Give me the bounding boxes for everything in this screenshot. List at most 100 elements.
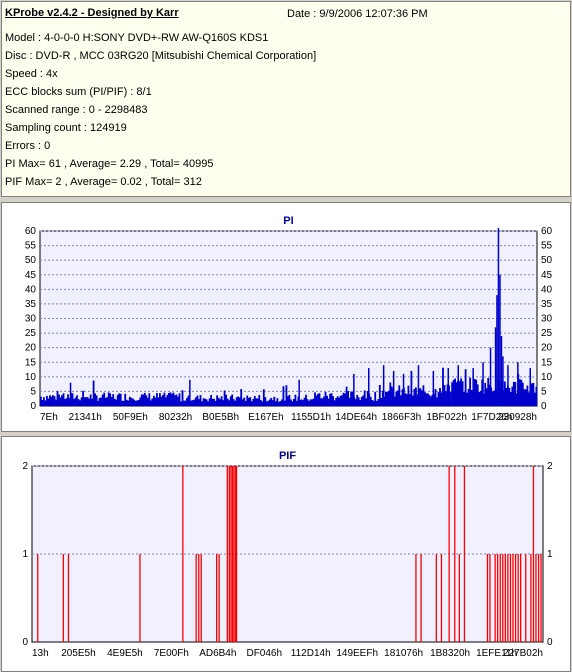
pif-bar [182, 466, 184, 642]
pi-peak-bar [472, 368, 474, 406]
pif-chart-panel: PIF 0 0 1 1 2 2 13h 205E5h 4E9E5h 7E00Fh AD6B4h DF04… [1, 436, 571, 672]
pi-ytick-left: 20 [25, 343, 37, 354]
info-panel: KProbe v2.4.2 - Designed by Karr Date : … [1, 1, 571, 197]
pi-ytick-left: 35 [25, 299, 37, 310]
pi-peak-bar [457, 365, 459, 406]
pif-xtick: 112D14h [291, 648, 331, 659]
pif-bar [458, 554, 460, 642]
app-title: KProbe v2.4.2 - Designed by Karr [5, 7, 179, 19]
pif-bar [520, 554, 522, 642]
pi-ytick-right: 40 [541, 284, 553, 295]
pi-ytick-left: 15 [25, 357, 37, 368]
pif-bar [37, 554, 39, 642]
pi-bar [76, 395, 78, 406]
pi-bar [449, 391, 452, 406]
pi-ytick-left: 55 [25, 241, 37, 252]
pi-xtick: 80232h [159, 412, 192, 423]
pif-xtick: AD6B4h [199, 648, 236, 659]
pi-chart: PI0 05 510 1015 1520 2025 2530 3035 3540 4045 4550… [25, 215, 553, 423]
pif-xtick: 205E5h [61, 648, 95, 659]
pi-ytick-left: 0 [30, 401, 36, 412]
pi-peak-bar [382, 365, 385, 406]
info-disc: Disc : DVD-R , MCC 03RG20 [Mitsubishi Ch… [5, 50, 317, 62]
pif-ytick-left: 0 [22, 637, 28, 648]
pi-ytick-right: 0 [541, 401, 547, 412]
info-sampling-count: Sampling count : 124919 [5, 122, 127, 134]
pif-bar [440, 554, 443, 642]
pif-bar [231, 466, 234, 642]
info-scanned-range: Scanned range : 0 - 2298483 [5, 104, 148, 116]
pi-ytick-left: 25 [25, 328, 37, 339]
pi-xtick: 14DE64h [335, 412, 377, 423]
pif-bar [230, 466, 232, 642]
pi-bar [350, 391, 353, 406]
info-errors: Errors : 0 [5, 140, 51, 152]
pi-bar [175, 394, 178, 406]
pif-bar [486, 554, 489, 642]
pi-peak-bar [507, 365, 509, 406]
pif-xtick: 13h [32, 648, 49, 659]
pif-bar [540, 554, 542, 642]
pif-bar [532, 466, 535, 642]
pi-ytick-right: 60 [541, 226, 553, 237]
pi-ytick-left: 50 [25, 255, 37, 266]
pi-ytick-left: 45 [25, 270, 37, 281]
pi-peak-bar [500, 336, 503, 406]
pi-peak-bar [69, 382, 72, 406]
pi-peak-bar [499, 274, 501, 407]
pif-chart: PIF 0 0 1 1 2 2 13h 205E5h 4E9E5h 7E00Fh AD6B4h DF04… [22, 450, 553, 659]
scan-date: Date : 9/9/2006 12:07:36 PM [287, 8, 428, 20]
pif-xtick: 181076h [384, 648, 423, 659]
pi-bar [52, 395, 54, 406]
pif-bar [530, 554, 532, 642]
info-pif-stats: PIF Max= 2 , Average= 0.02 , Total= 312 [5, 176, 202, 188]
pif-bar [525, 554, 527, 642]
info-ecc-blocks: ECC blocks sum (PI/PIF) : 8/1 [5, 86, 152, 98]
pif-bar [512, 554, 514, 642]
pi-peak-bar [529, 368, 531, 406]
pi-bar [324, 391, 327, 406]
pi-xtick: 1BF022h [426, 412, 467, 423]
pi-peak-bar [189, 379, 191, 407]
pi-xtick: 7Eh [40, 412, 58, 423]
pi-peak-bar [496, 295, 498, 406]
pif-xtick: 227B02h [503, 648, 543, 659]
pif-bar [218, 554, 220, 642]
pif-bar [489, 554, 491, 642]
pi-bar [535, 386, 538, 406]
pi-ytick-left: 30 [25, 314, 37, 325]
pi-xtick: E167Eh [248, 412, 284, 423]
pif-bar [139, 554, 141, 642]
pif-xtick: 4E9E5h [107, 648, 143, 659]
pif-bar [228, 466, 230, 642]
pi-bar [473, 379, 476, 406]
pi-bar [201, 401, 203, 406]
pif-bar [454, 466, 456, 642]
pif-bar [463, 466, 466, 642]
pi-ytick-left: 5 [30, 386, 36, 397]
pi-ytick-right: 55 [541, 241, 553, 252]
pi-peak-bar [353, 373, 355, 406]
pi-chart-title: PI [283, 215, 293, 227]
pif-bar [195, 554, 197, 642]
pi-ytick-right: 5 [541, 386, 547, 397]
pi-peak-bar [402, 373, 405, 406]
pif-bar [435, 554, 437, 642]
pi-peak-bar [432, 371, 435, 406]
pi-bar [225, 394, 228, 406]
pi-xtick: 230928h [498, 412, 537, 423]
pi-bar [274, 401, 277, 406]
pi-bar [523, 389, 526, 406]
pif-bar [504, 554, 506, 642]
pi-peak-bar [417, 365, 420, 406]
pi-bar [399, 395, 402, 406]
pif-bar [226, 466, 228, 642]
pi-xtick: 1866F3h [382, 412, 421, 423]
pi-peak-bar [298, 379, 300, 407]
pif-bar [420, 554, 422, 642]
pi-xtick: 1155D1h [291, 412, 331, 423]
pi-peak-bar [482, 362, 484, 407]
pif-bar [514, 554, 517, 642]
pi-ytick-right: 10 [541, 372, 553, 383]
pi-bar [300, 399, 303, 406]
